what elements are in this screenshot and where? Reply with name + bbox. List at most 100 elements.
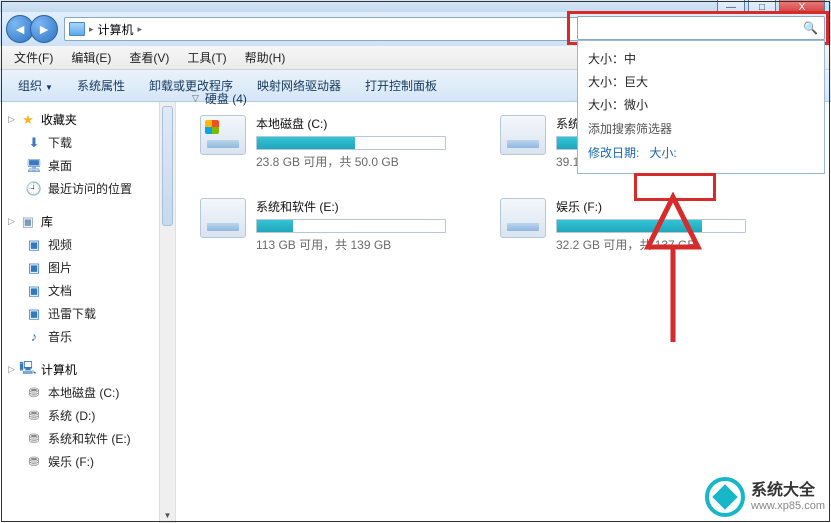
sidebar-scrollbar[interactable]: ▲ ▼ (159, 102, 175, 523)
filter-link-size[interactable]: 大小: (649, 144, 676, 161)
suggestion-filter-label: 添加搜索筛选器 (586, 116, 816, 140)
drive-icon: ⛃ (26, 408, 42, 424)
chevron-right-icon: ▷ (8, 216, 15, 227)
tree-head-libraries[interactable]: ▷ ▣ 库 (6, 210, 171, 233)
menu-edit[interactable]: 编辑(E) (63, 46, 119, 69)
tree-label: 收藏夹 (41, 111, 77, 128)
breadcrumb-computer[interactable]: 计算机 (98, 21, 134, 38)
search-field[interactable] (584, 21, 803, 35)
toolbar-system-properties[interactable]: 系统属性 (67, 73, 135, 98)
document-icon: ▣ (26, 283, 42, 299)
tree-group-favorites: ▷ ★ 收藏夹 ⬇ 下载 🖥 桌面 🕘 最近访问的位置 (6, 108, 171, 200)
suggestion-filter-links: 修改日期: 大小: (586, 140, 816, 163)
suggestion-size-huge[interactable]: 大小：巨大 (586, 70, 816, 93)
toolbar-organize[interactable]: 组织▼ (8, 73, 63, 98)
sidebar-item-drive-d[interactable]: ⛃ 系统 (D:) (6, 404, 171, 427)
tree-label: 库 (41, 213, 53, 230)
sidebar: ▷ ★ 收藏夹 ⬇ 下载 🖥 桌面 🕘 最近访问的位置 ▷ ▣ 库 ▣ 视频 ▣ 图片 ▣… (0, 102, 176, 523)
tree-item-label: 下载 (48, 134, 72, 151)
menu-help[interactable]: 帮助(H) (237, 46, 294, 69)
scroll-thumb[interactable] (162, 106, 173, 226)
menu-tools[interactable]: 工具(T) (179, 46, 234, 69)
forward-button[interactable]: ► (30, 15, 58, 43)
tree-item-label: 图片 (48, 259, 72, 276)
drive-icon: ⛃ (26, 431, 42, 447)
video-icon: ▣ (26, 237, 42, 253)
drive-icon: ⛃ (26, 385, 42, 401)
tree-item-label: 视频 (48, 236, 72, 253)
drive-icon (200, 198, 246, 238)
sidebar-item-pictures[interactable]: ▣ 图片 (6, 256, 171, 279)
window-titlebar: — □ X (0, 0, 831, 12)
drive-stat: 32.2 GB 可用，共 137 GB (556, 236, 760, 253)
sidebar-item-drive-e[interactable]: ⛃ 系统和软件 (E:) (6, 427, 171, 450)
sidebar-item-videos[interactable]: ▣ 视频 (6, 233, 171, 256)
search-suggestions-dropdown: 大小：中 大小：巨大 大小：微小 添加搜索筛选器 修改日期: 大小: (577, 40, 825, 174)
sidebar-item-drive-c[interactable]: ⛃ 本地磁盘 (C:) (6, 381, 171, 404)
drive-item[interactable]: 娱乐 (F:) 32.2 GB 可用，共 137 GB (500, 198, 760, 253)
tree-label: 计算机 (41, 361, 77, 378)
nav-buttons: ◄ ► (6, 15, 58, 43)
drive-name: 本地磁盘 (C:) (256, 115, 460, 132)
tree-item-label: 音乐 (48, 328, 72, 345)
watermark-url: www.xp85.com (751, 500, 825, 512)
computer-icon: 🖳 (20, 362, 36, 378)
breadcrumb-sep-icon: ▸ (138, 24, 143, 35)
drive-info: 娱乐 (F:) 32.2 GB 可用，共 137 GB (556, 198, 760, 253)
drive-stat: 113 GB 可用，共 139 GB (256, 236, 460, 253)
star-icon: ★ (20, 112, 36, 128)
tree-item-label: 文档 (48, 282, 72, 299)
recent-icon: 🕘 (26, 181, 42, 197)
tree-group-libraries: ▷ ▣ 库 ▣ 视频 ▣ 图片 ▣ 文档 ▣ 迅雷下载 ♪ 音乐 (6, 210, 171, 348)
desktop-icon: 🖥 (26, 158, 42, 174)
tree-item-label: 最近访问的位置 (48, 180, 132, 197)
drive-icon (500, 115, 546, 155)
drive-item[interactable]: 系统和软件 (E:)113 GB 可用，共 139 GB (200, 198, 460, 253)
drive-usage-bar (556, 219, 746, 233)
menu-view[interactable]: 查看(V) (121, 46, 177, 69)
drive-icon (200, 115, 246, 155)
suggestion-size-medium[interactable]: 大小：中 (586, 47, 816, 70)
sidebar-item-documents[interactable]: ▣ 文档 (6, 279, 171, 302)
filter-link-date[interactable]: 修改日期: (588, 144, 639, 161)
drive-icon: ⛃ (26, 454, 42, 470)
tree-item-label: 系统和软件 (E:) (48, 430, 131, 447)
sidebar-item-music[interactable]: ♪ 音乐 (6, 325, 171, 348)
section-title: 硬盘 (4) (205, 90, 247, 107)
thunder-icon: ▣ (26, 306, 42, 322)
library-icon: ▣ (20, 214, 36, 230)
scroll-down-icon[interactable]: ▼ (160, 507, 175, 523)
chevron-down-icon: ▽ (192, 93, 199, 104)
drive-info: 系统和软件 (E:)113 GB 可用，共 139 GB (256, 198, 460, 253)
music-icon: ♪ (26, 329, 42, 345)
tree-item-label: 迅雷下载 (48, 305, 96, 322)
search-input[interactable]: 🔍 (577, 16, 825, 40)
drive-usage-bar (256, 136, 446, 150)
breadcrumb-sep-icon: ▸ (89, 24, 94, 35)
sidebar-item-desktop[interactable]: 🖥 桌面 (6, 154, 171, 177)
drive-icon (500, 198, 546, 238)
download-icon: ⬇ (26, 135, 42, 151)
drive-stat: 23.8 GB 可用，共 50.0 GB (256, 153, 460, 170)
drive-item[interactable]: 本地磁盘 (C:) 23.8 GB 可用，共 50.0 GB (200, 115, 460, 170)
tree-head-computer[interactable]: ▷ 🖳 计算机 (6, 358, 171, 381)
tree-item-label: 娱乐 (F:) (48, 453, 94, 470)
sidebar-item-drive-f[interactable]: ⛃ 娱乐 (F:) (6, 450, 171, 473)
sidebar-item-downloads[interactable]: ⬇ 下载 (6, 131, 171, 154)
suggestion-size-tiny[interactable]: 大小：微小 (586, 93, 816, 116)
tree-item-label: 本地磁盘 (C:) (48, 384, 119, 401)
tree-item-label: 桌面 (48, 157, 72, 174)
watermark-logo-icon (705, 477, 745, 517)
menu-file[interactable]: 文件(F) (6, 46, 61, 69)
computer-icon (69, 22, 85, 36)
sidebar-item-recent[interactable]: 🕘 最近访问的位置 (6, 177, 171, 200)
sidebar-item-thunder[interactable]: ▣ 迅雷下载 (6, 302, 171, 325)
chevron-right-icon: ▷ (8, 364, 15, 375)
tree-head-favorites[interactable]: ▷ ★ 收藏夹 (6, 108, 171, 131)
drive-usage-bar (256, 219, 446, 233)
search-icon[interactable]: 🔍 (803, 21, 818, 35)
nav-tree: ▷ ★ 收藏夹 ⬇ 下载 🖥 桌面 🕘 最近访问的位置 ▷ ▣ 库 ▣ 视频 ▣ 图片 ▣… (0, 102, 175, 489)
drive-name: 娱乐 (F:) (556, 198, 760, 215)
picture-icon: ▣ (26, 260, 42, 276)
tree-item-label: 系统 (D:) (48, 407, 95, 424)
